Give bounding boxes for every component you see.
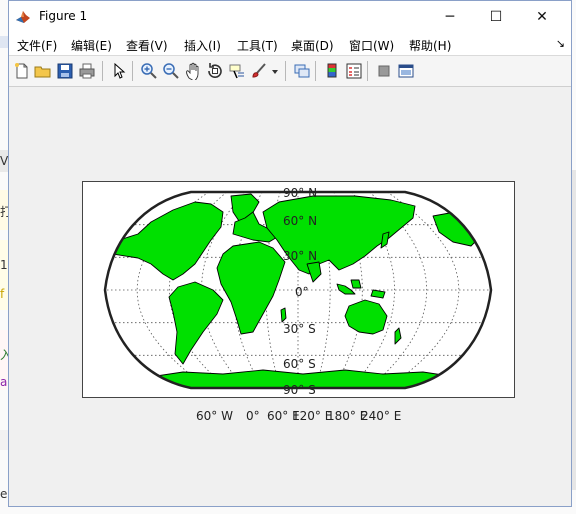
link-plot-icon[interactable]: [293, 62, 311, 80]
toolbar-separator: [285, 61, 286, 81]
lat-label: 60° N: [283, 214, 318, 228]
hide-plot-tools-icon[interactable]: [375, 62, 393, 80]
close-icon: ✕: [536, 8, 548, 25]
print-icon[interactable]: [78, 62, 96, 80]
lat-label: 60° S: [283, 357, 316, 371]
lat-label: 90° N: [283, 186, 318, 200]
menu-overflow-icon[interactable]: ↘: [556, 37, 565, 50]
new-figure-icon[interactable]: [13, 62, 31, 80]
save-icon[interactable]: [56, 62, 74, 80]
bg-glyph: 1: [0, 258, 8, 272]
bg-glyph: e: [0, 487, 8, 501]
menu-view[interactable]: 查看(V): [126, 37, 168, 54]
minimize-icon: ─: [445, 8, 455, 25]
close-button[interactable]: ✕: [519, 1, 565, 32]
lat-label: 30° N: [283, 249, 318, 263]
land-new-guinea: [370, 289, 386, 299]
land-south-america: [168, 281, 224, 365]
colorbar-icon[interactable]: [323, 62, 341, 80]
maximize-icon: ☐: [489, 8, 503, 25]
lon-label: 60° W: [196, 409, 233, 423]
toolbar-separator: [102, 61, 103, 81]
brush-icon[interactable]: [250, 62, 268, 80]
land-new-zealand: [394, 327, 402, 345]
menu-desktop[interactable]: 桌面(D): [291, 37, 334, 54]
legend-icon[interactable]: [345, 62, 363, 80]
lat-label: 30° S: [283, 322, 316, 336]
bg-strip: [0, 430, 8, 450]
bg-glyph: V: [0, 154, 9, 168]
map-axes[interactable]: 90° N 60° N 30° N 0° 30° S 60° S 90° S: [82, 181, 515, 398]
bg-glyph: a: [0, 375, 8, 389]
minimize-button[interactable]: ─: [427, 1, 473, 32]
land-madagascar: [280, 307, 287, 323]
toolbar-separator: [315, 61, 316, 81]
menu-window[interactable]: 窗口(W): [349, 37, 394, 54]
menu-help[interactable]: 帮助(H): [409, 37, 451, 54]
window-title: Figure 1: [39, 9, 88, 23]
lat-label: 90° S: [283, 383, 316, 397]
lon-label: 0°: [246, 409, 260, 423]
land-africa: [216, 241, 286, 335]
toolbar-separator: [132, 61, 133, 81]
brush-dropdown-icon[interactable]: [270, 62, 280, 80]
menu-tools[interactable]: 工具(T): [237, 37, 278, 54]
pan-icon[interactable]: [184, 62, 202, 80]
land-north-america: [112, 201, 224, 281]
menu-insert[interactable]: 插入(I): [184, 37, 221, 54]
lat-label: 0°: [295, 285, 309, 299]
open-file-icon[interactable]: [34, 62, 52, 80]
bg-glyph: f: [0, 287, 5, 301]
menu-file[interactable]: 文件(F): [17, 37, 57, 54]
matlab-logo-icon: [16, 11, 30, 23]
data-cursor-icon[interactable]: [228, 62, 246, 80]
show-plot-tools-icon[interactable]: [397, 62, 415, 80]
pointer-icon[interactable]: [110, 62, 128, 80]
figure-window: Figure 1 ─ ☐ ✕ 文件(F) 编辑(E) 查看(V) 插入(I) 工…: [8, 0, 572, 507]
zoom-out-icon[interactable]: [162, 62, 180, 80]
menu-edit[interactable]: 编辑(E): [71, 37, 112, 54]
rotate-3d-icon[interactable]: [206, 62, 224, 80]
toolbar-separator: [367, 61, 368, 81]
menu-bar: 文件(F) 编辑(E) 查看(V) 插入(I) 工具(T) 桌面(D) 窗口(W…: [9, 33, 571, 56]
bg-strip: [0, 36, 8, 48]
land-australia: [344, 299, 388, 335]
lon-label: 240° E: [361, 409, 402, 423]
maximize-button[interactable]: ☐: [473, 1, 519, 32]
title-bar[interactable]: Figure 1 ─ ☐ ✕: [9, 1, 571, 33]
land-borneo: [350, 279, 362, 289]
zoom-in-icon[interactable]: [140, 62, 158, 80]
figure-toolbar: [9, 56, 571, 87]
